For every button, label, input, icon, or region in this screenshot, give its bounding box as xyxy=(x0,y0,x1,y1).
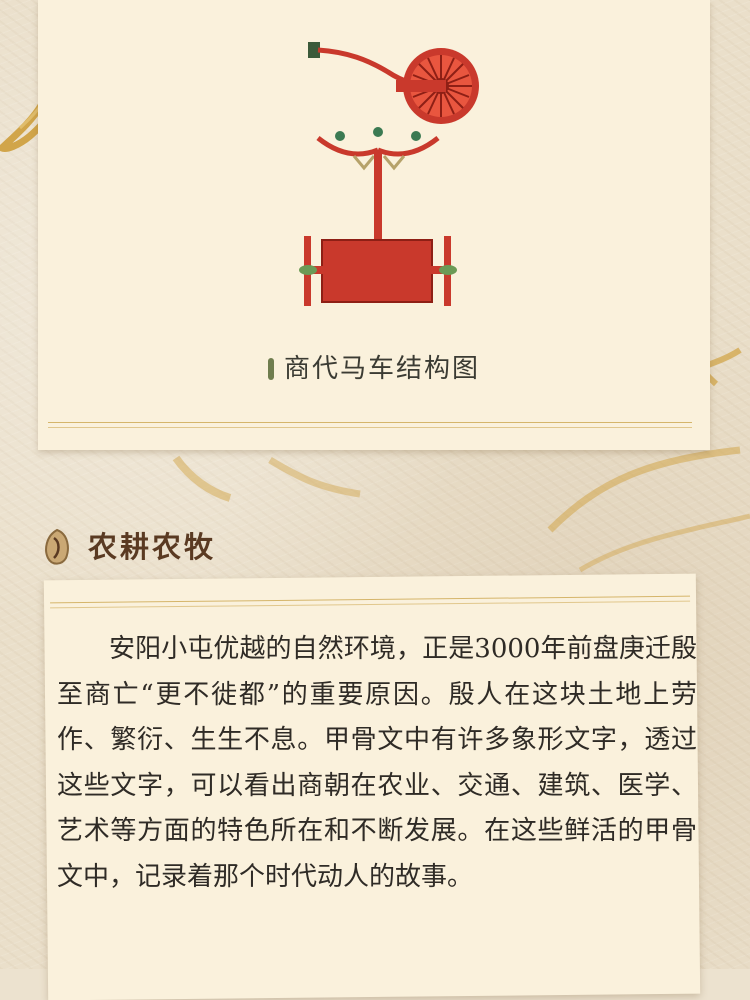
card-divider xyxy=(48,427,692,428)
chariot-top-view xyxy=(299,127,457,306)
chariot-diagram xyxy=(299,42,479,306)
chariot-side-view xyxy=(308,42,479,124)
gold-brush-ornament-mid xyxy=(172,455,361,502)
figure-card: 商代马车结构图 xyxy=(38,0,710,450)
seal-ornament-icon xyxy=(45,528,69,565)
section-title: 农耕农牧 xyxy=(88,530,217,564)
body-paragraph: 安阳小屯优越的自然环境，正是3000年前盘庚迁殷至商亡“更不徙都”的重要原因。殷… xyxy=(57,634,697,892)
figure-caption: 商代马车结构图 xyxy=(38,348,710,385)
card-divider xyxy=(48,422,692,423)
caption-marker-icon xyxy=(267,358,274,380)
figure-caption-text: 商代马车结构图 xyxy=(283,354,480,384)
